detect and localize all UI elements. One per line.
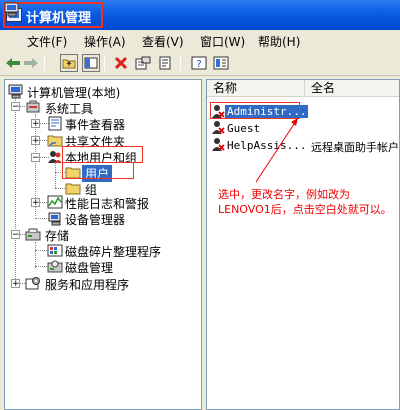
groups-folder-icon <box>65 183 81 195</box>
tree-disk-management[interactable]: 磁盘管理 <box>65 259 113 276</box>
collapse-local-users-groups[interactable]: − <box>31 153 40 163</box>
menu-file[interactable]: 文件(F) <box>27 33 67 50</box>
shared-folder-icon <box>47 135 63 147</box>
tree-root-label[interactable]: 计算机管理(本地) <box>27 84 120 101</box>
properties-icon[interactable] <box>134 54 152 72</box>
menu-window[interactable]: 窗口(W) <box>200 33 245 50</box>
toolbar-separator <box>104 55 105 71</box>
system-tools-icon <box>26 100 40 113</box>
disk-management-icon <box>47 260 63 273</box>
user-icon <box>212 121 225 134</box>
column-name[interactable]: 名称 <box>207 80 305 97</box>
performance-logs-icon <box>47 195 63 209</box>
export-list-icon[interactable] <box>156 54 174 72</box>
menu-help[interactable]: 帮助(H) <box>258 33 300 50</box>
tree-event-viewer[interactable]: 事件查看器 <box>65 116 125 133</box>
annotation-line-1: 选中，更改名字，例如改为 <box>218 188 350 201</box>
tree-storage[interactable]: 存储 <box>45 227 69 244</box>
users-red-highlight <box>62 162 134 179</box>
toolbar-separator <box>44 55 45 71</box>
collapse-storage[interactable]: − <box>11 230 20 240</box>
event-viewer-icon <box>48 116 62 131</box>
expand-shared-folders[interactable]: + <box>31 136 40 146</box>
defrag-icon <box>47 244 63 257</box>
storage-icon <box>25 228 41 241</box>
local-users-red-highlight <box>62 146 143 163</box>
device-manager-icon <box>48 212 61 226</box>
list-column-header: 名称 全名 <box>207 80 399 97</box>
tree-system-tools[interactable]: 系统工具 <box>45 100 93 117</box>
help-icon[interactable]: ? <box>190 54 208 72</box>
tree-defrag[interactable]: 磁盘碎片整理程序 <box>65 243 161 260</box>
instruction-annotation: 选中，更改名字，例如改为 LENOVO1后，点击空白处就可以。 <box>218 187 400 217</box>
tree-perf-logs[interactable]: 性能日志和警报 <box>65 195 149 212</box>
delete-icon[interactable] <box>112 54 130 72</box>
list-item-fullname: 远程桌面助手帐户 <box>311 141 399 154</box>
menu-action[interactable]: 操作(A) <box>84 33 126 50</box>
menu-view[interactable]: 查看(V) <box>142 33 184 50</box>
forward-arrow-icon[interactable] <box>22 54 40 72</box>
column-fullname[interactable]: 全名 <box>305 80 399 97</box>
services-apps-icon <box>25 277 40 290</box>
tree-services-apps[interactable]: 服务和应用程序 <box>45 276 129 293</box>
expand-event-viewer[interactable]: + <box>31 119 40 129</box>
user-icon <box>212 138 225 151</box>
toolbar-separator <box>180 55 181 71</box>
svg-text:?: ? <box>196 59 201 70</box>
expand-perf-logs[interactable]: + <box>31 198 40 208</box>
app-menu-icon[interactable] <box>4 2 20 17</box>
computer-icon <box>8 84 23 99</box>
annotation-arrow <box>255 117 299 183</box>
show-hide-tree-icon[interactable] <box>82 54 100 72</box>
collapse-system-tools[interactable]: − <box>11 102 20 112</box>
expand-services-apps[interactable]: + <box>11 279 20 289</box>
users-groups-icon <box>48 151 62 163</box>
annotation-line-2: LENOVO1后，点击空白处就可以。 <box>218 203 392 216</box>
console-view-icon[interactable] <box>212 54 230 72</box>
back-arrow-icon[interactable] <box>4 54 22 72</box>
tree-device-manager[interactable]: 设备管理器 <box>65 211 125 228</box>
up-folder-icon[interactable] <box>60 54 78 72</box>
